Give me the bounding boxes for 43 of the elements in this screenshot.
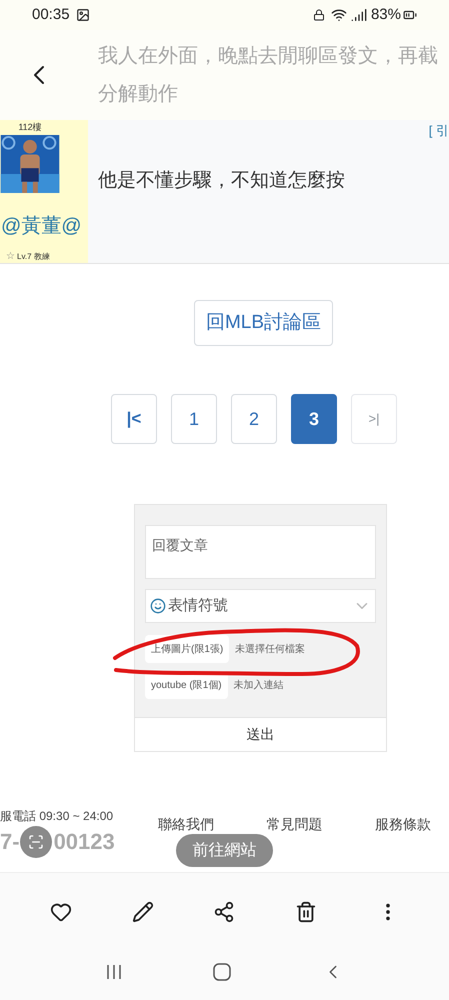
faded-title-line: 我人在外面，晚點去閒聊區發文，再截 [98, 44, 439, 69]
page-button[interactable]: 3 [291, 394, 337, 444]
floor-number: 112樓 [17, 121, 43, 134]
signal-icon [350, 7, 367, 23]
phone-end: 00123 [54, 828, 115, 856]
battery-icon [403, 8, 417, 22]
user-rank: Lv.7 教練 [17, 251, 50, 263]
attach-button[interactable]: 上傳圖片(限1張) [145, 635, 230, 663]
battery-percent: 83% [370, 4, 401, 25]
page-button[interactable]: |< [111, 394, 157, 444]
lock-icon [312, 9, 325, 21]
reply-textarea[interactable]: 回覆文章 [145, 525, 376, 579]
heart-icon[interactable] [50, 901, 72, 923]
emoji-select[interactable]: 表情符號 [145, 589, 376, 623]
smiley-icon [150, 598, 166, 614]
go-to-site-tooltip[interactable]: 前往網站 [176, 834, 273, 867]
status-time: 00:35 [32, 4, 70, 25]
share-icon[interactable] [213, 901, 236, 923]
quote-link[interactable]: [ 引 [428, 121, 449, 140]
scan-button[interactable] [20, 826, 52, 858]
footer-link[interactable]: 聯絡我們 [158, 815, 214, 833]
wifi-icon [330, 7, 347, 23]
star-icon: ☆ [6, 252, 15, 262]
footer-link[interactable]: 常見問題 [266, 815, 322, 833]
back-to-board-button[interactable]: 回MLB討論區 [194, 300, 334, 346]
attach-status: 未選擇任何檔案 [235, 642, 306, 656]
home-icon[interactable] [212, 962, 232, 982]
delete-icon[interactable] [295, 901, 318, 923]
submit-button[interactable]: 送出 [135, 717, 386, 751]
service-hours: 服電話 09:30 ~ 24:00 [0, 808, 114, 825]
post-content: 他是不懂步驟，不知道怎麼按 [98, 168, 346, 192]
author-name[interactable]: @黃董@ [1, 211, 88, 241]
scan-icon [28, 834, 44, 850]
textarea-placeholder: 回覆文章 [152, 537, 208, 553]
edit-icon[interactable] [132, 901, 154, 923]
recent-apps-icon[interactable] [104, 963, 123, 981]
faded-title-line: 分解動作 [98, 82, 179, 107]
page-button[interactable]: 2 [231, 394, 277, 444]
page-button[interactable]: 1 [171, 394, 217, 444]
phone-start: 7- [0, 828, 20, 856]
attach-status: 未加入連結 [234, 678, 284, 692]
footer-link[interactable]: 服務條款 [375, 815, 431, 833]
gallery-icon [76, 8, 90, 22]
